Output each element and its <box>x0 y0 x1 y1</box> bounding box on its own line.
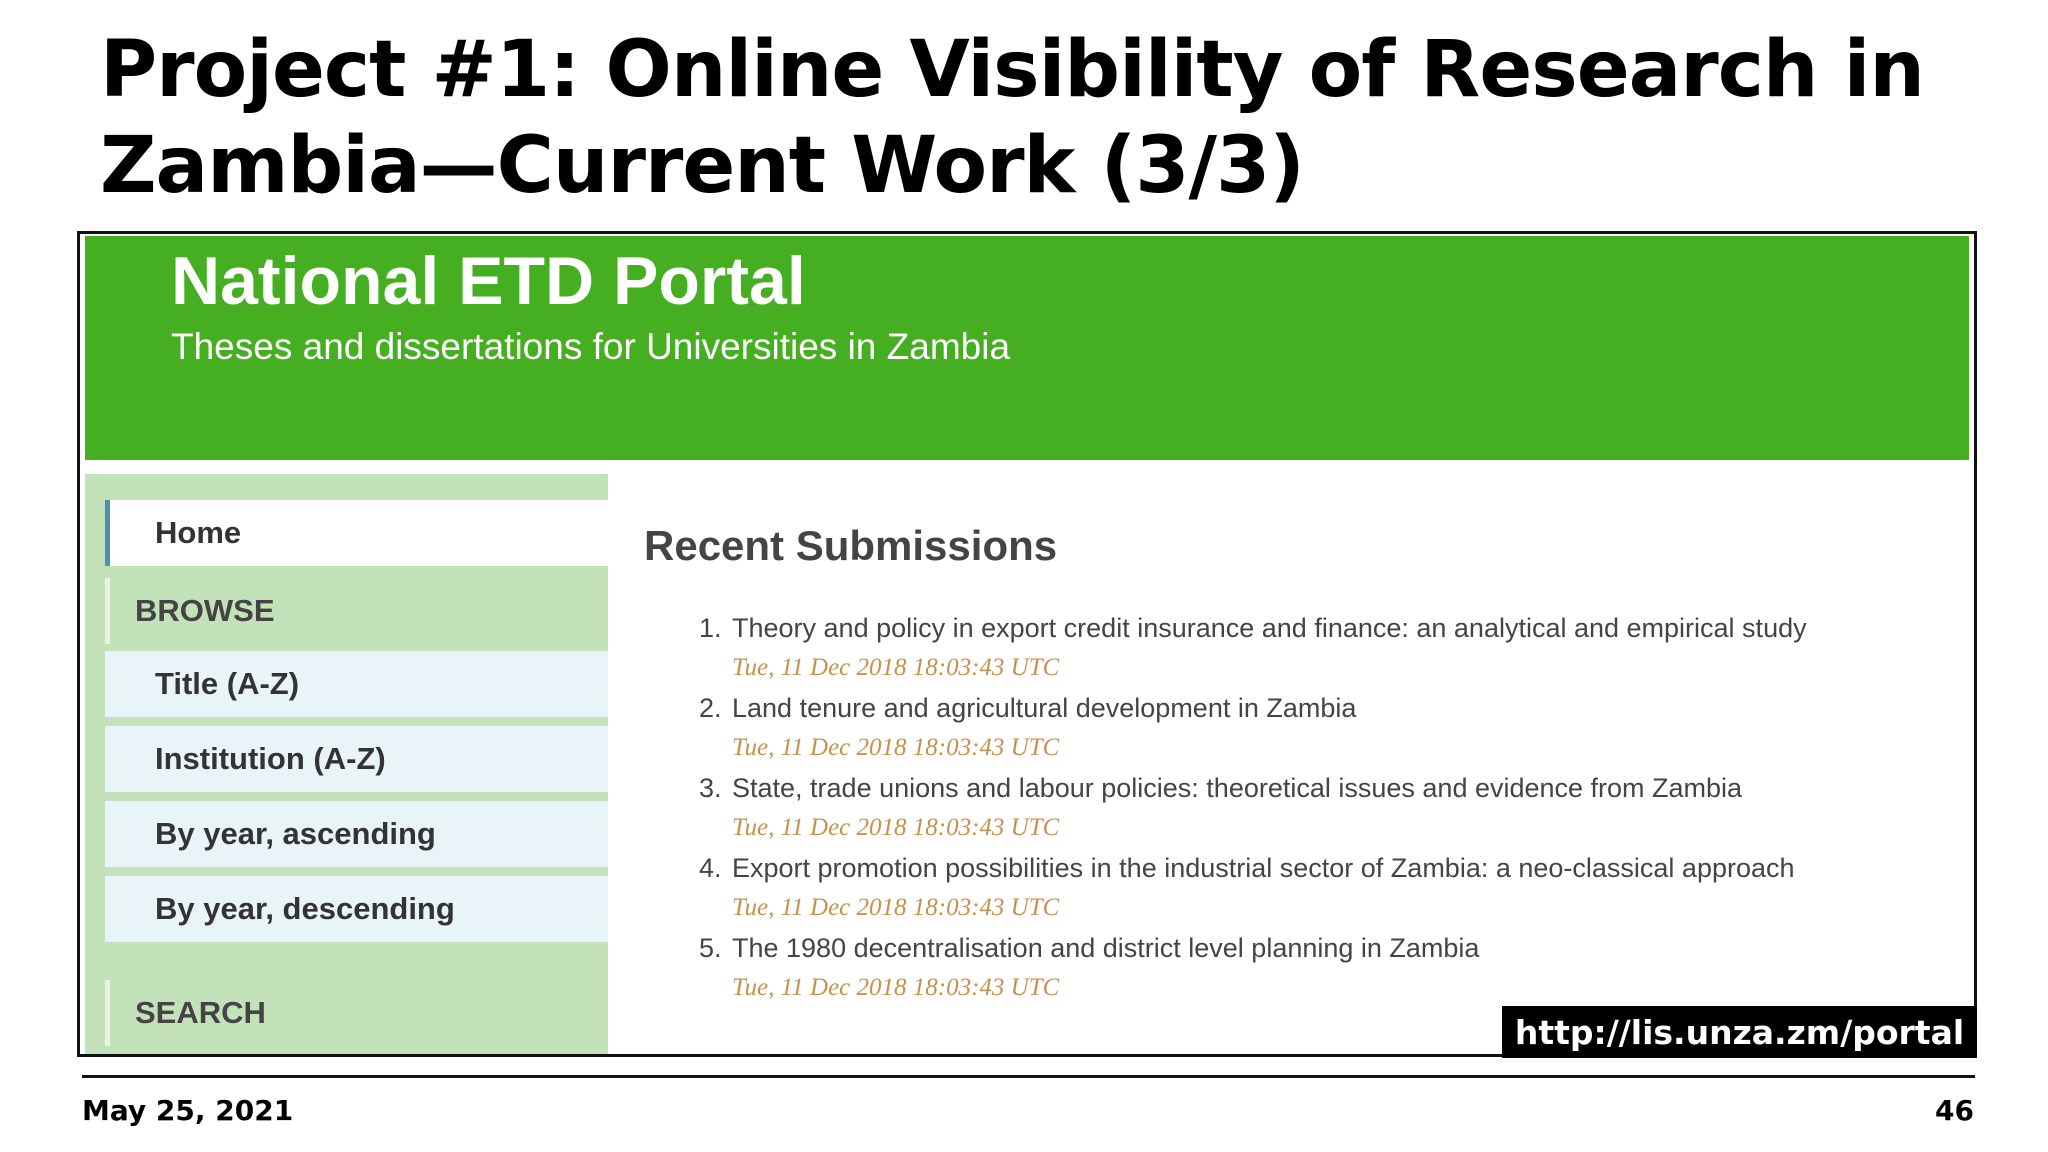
submission-number: 3. <box>699 773 722 803</box>
submission-date: Tue, 11 Dec 2018 18:03:43 UTC <box>732 734 1060 761</box>
submission-item: 3. State, trade unions and labour polici… <box>644 768 1964 848</box>
submission-title-link[interactable]: Theory and policy in export credit insur… <box>732 608 1964 648</box>
submission-title-link[interactable]: Export promotion possibilities in the in… <box>732 848 1964 888</box>
page-number: 46 <box>1935 1094 1974 1127</box>
footer-date: May 25, 2021 <box>82 1094 294 1127</box>
portal-title[interactable]: National ETD Portal <box>171 242 806 320</box>
portal-header: National ETD Portal Theses and dissertat… <box>85 236 1969 460</box>
submission-title-link[interactable]: Land tenure and agricultural development… <box>732 688 1964 728</box>
footer-divider <box>82 1075 1975 1078</box>
portal-subtitle: Theses and dissertations for Universitie… <box>171 326 1011 367</box>
submission-number: 1. <box>699 613 722 643</box>
submission-date: Tue, 11 Dec 2018 18:03:43 UTC <box>732 894 1060 921</box>
submission-item: 5. The 1980 decentralisation and distric… <box>644 928 1964 1008</box>
submission-title-link[interactable]: The 1980 decentralisation and district l… <box>732 928 1964 968</box>
sidebar-top-strip <box>85 474 608 492</box>
submission-date: Tue, 11 Dec 2018 18:03:43 UTC <box>732 974 1060 1001</box>
recent-submissions-heading: Recent Submissions <box>644 522 1058 569</box>
slide-title: Project #1: Online Visibility of Researc… <box>100 25 1925 211</box>
main-content: Recent Submissions 1. Theory and policy … <box>644 474 1964 1054</box>
submission-item: 2. Land tenure and agricultural developm… <box>644 688 1964 768</box>
sidebar-item-year-descending[interactable]: By year, descending <box>105 876 608 942</box>
submission-list: 1. Theory and policy in export credit in… <box>644 608 1964 1008</box>
submission-number: 2. <box>699 693 722 723</box>
sidebar-item-home[interactable]: Home <box>105 500 608 566</box>
portal-url-label: http://lis.unza.zm/portal <box>1502 1006 1977 1058</box>
portal-screenshot: National ETD Portal Theses and dissertat… <box>77 231 1977 1057</box>
submission-title-link[interactable]: State, trade unions and labour policies:… <box>732 768 1964 808</box>
submission-item: 1. Theory and policy in export credit in… <box>644 608 1964 688</box>
submission-date: Tue, 11 Dec 2018 18:03:43 UTC <box>732 814 1060 841</box>
sidebar-item-year-ascending[interactable]: By year, ascending <box>105 801 608 867</box>
sidebar-heading-browse: BROWSE <box>105 578 608 644</box>
sidebar-item-institution-az[interactable]: Institution (A-Z) <box>105 726 608 792</box>
submission-date: Tue, 11 Dec 2018 18:03:43 UTC <box>732 654 1060 681</box>
submission-number: 4. <box>699 853 722 883</box>
submission-number: 5. <box>699 933 722 963</box>
sidebar-heading-search: SEARCH <box>105 980 608 1046</box>
submission-item: 4. Export promotion possibilities in the… <box>644 848 1964 928</box>
sidebar-item-title-az[interactable]: Title (A-Z) <box>105 651 608 717</box>
sidebar: Home BROWSE Title (A-Z) Institution (A-Z… <box>85 474 608 1054</box>
